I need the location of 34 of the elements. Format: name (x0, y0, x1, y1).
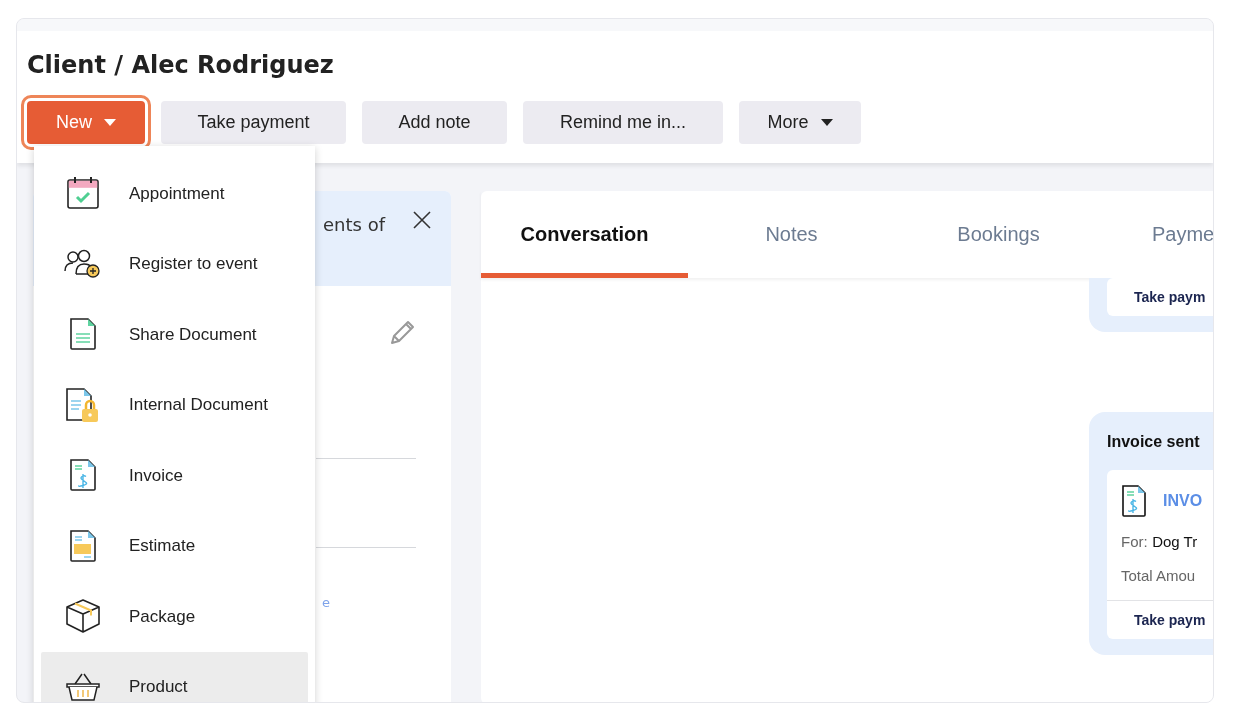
menu-item[interactable]: Internal Document (41, 369, 308, 440)
for-value: Dog Tr (1152, 533, 1198, 550)
menu-item[interactable]: Package (41, 581, 308, 652)
document-icon (69, 317, 97, 352)
menu-item[interactable]: Estimate (41, 510, 308, 581)
locked-document-icon (65, 386, 101, 423)
action-button[interactable]: More (739, 101, 861, 144)
take-payment-link[interactable]: Take paym (1107, 278, 1213, 316)
invoice-icon (1121, 484, 1147, 518)
action-button[interactable]: Remind me in... (523, 101, 723, 144)
tab[interactable]: Payme (1102, 191, 1213, 278)
menu-item[interactable]: Invoice (41, 440, 308, 511)
action-button[interactable]: Add note (362, 101, 507, 144)
menu-item[interactable]: Register to event (41, 228, 308, 299)
estimate-icon (69, 528, 97, 563)
menu-item[interactable]: Share Document (41, 299, 308, 370)
take-payment-link[interactable]: Take paym (1107, 601, 1213, 639)
tab[interactable]: Notes (688, 191, 895, 278)
page-title: Client / Alec Rodriguez (27, 50, 335, 81)
total-label: Total Amou (1121, 567, 1196, 584)
invoice-icon (69, 458, 97, 493)
action-button[interactable]: Take payment (161, 101, 346, 144)
people-add-icon (64, 248, 102, 279)
tab[interactable]: Bookings (895, 191, 1102, 278)
message-title: Invoice sent (1107, 432, 1201, 452)
menu-item[interactable]: Appointment (41, 158, 308, 229)
menu-item[interactable]: Product (41, 651, 308, 702)
for-label: For: (1121, 533, 1148, 550)
pencil-icon[interactable] (389, 318, 417, 346)
panel-header-text: ents of (323, 213, 385, 237)
calendar-icon (66, 176, 100, 211)
tab[interactable]: Conversation (481, 191, 688, 278)
box-icon (65, 598, 101, 635)
close-icon[interactable] (413, 211, 431, 229)
